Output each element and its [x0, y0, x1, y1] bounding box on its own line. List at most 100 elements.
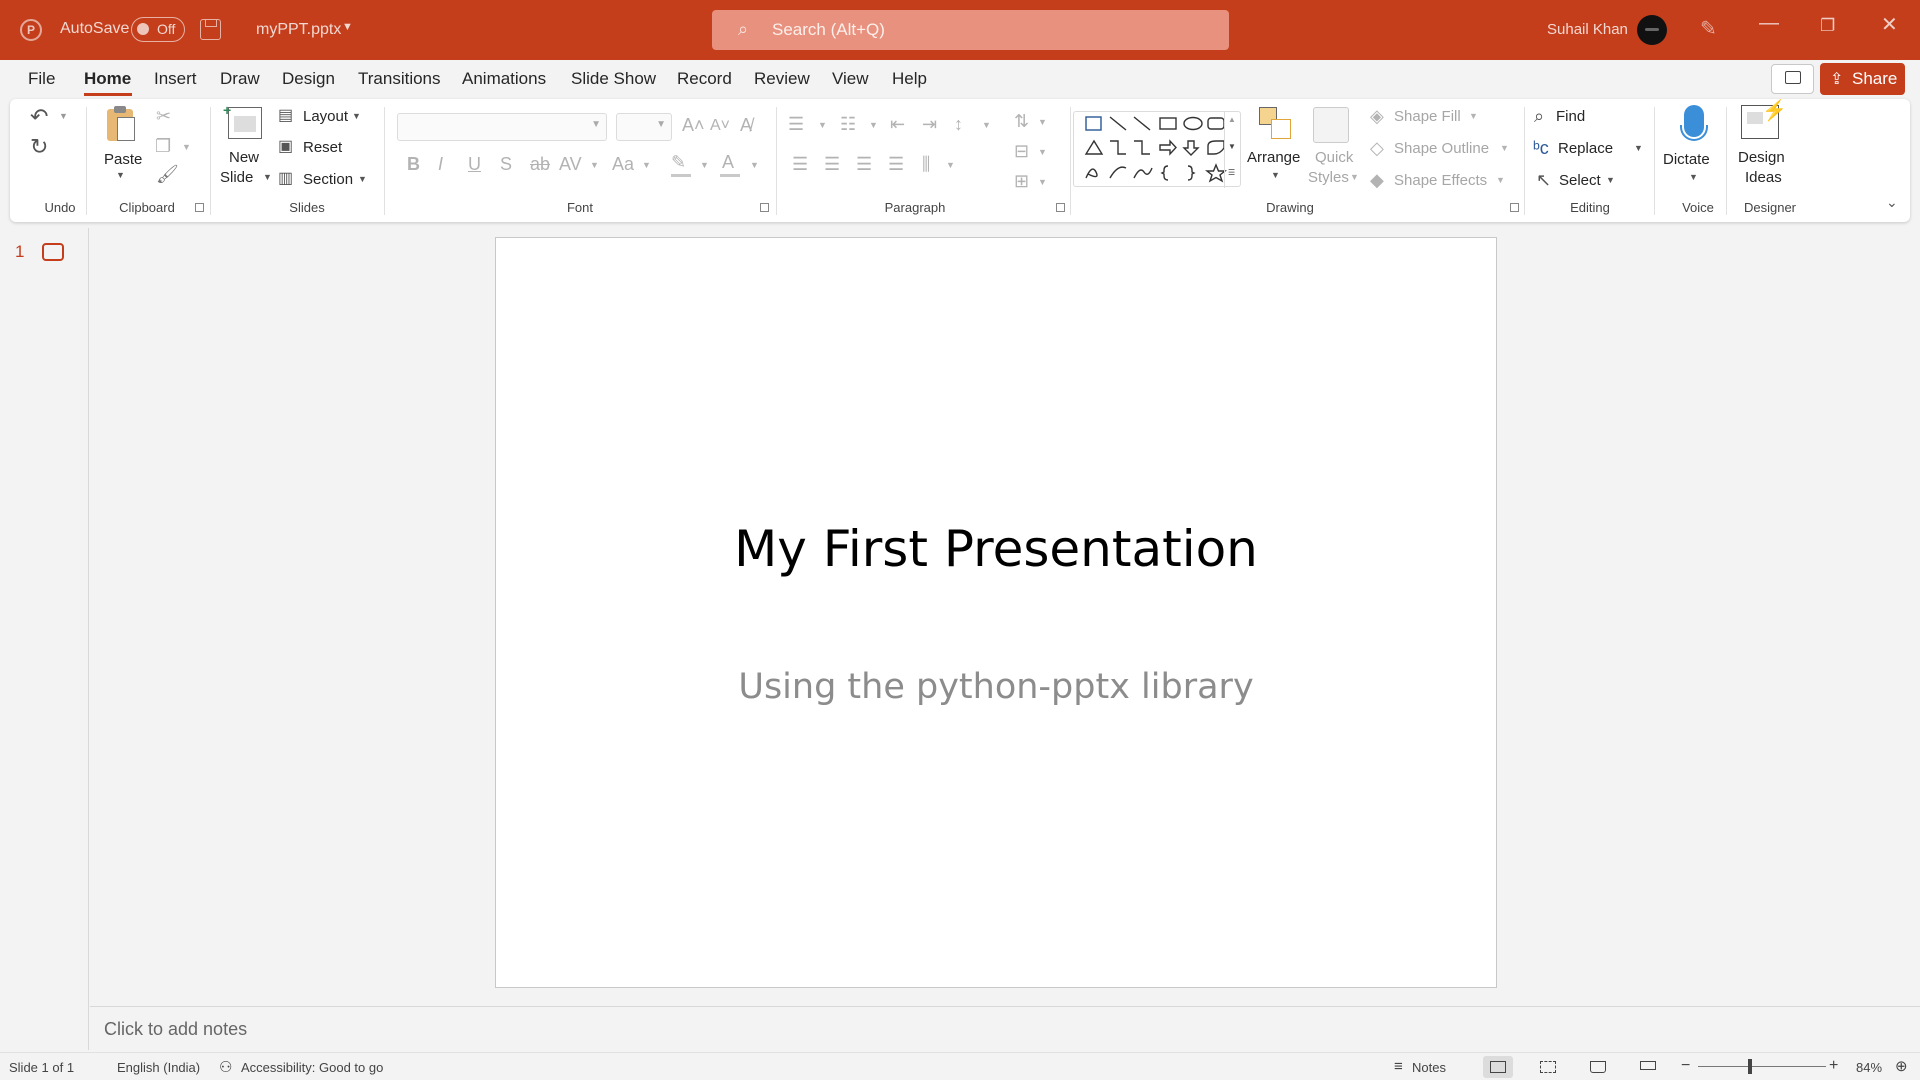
replace-button[interactable]: Replace	[1558, 140, 1613, 157]
font-size-combo[interactable]: ▼	[616, 113, 672, 141]
new-slide-label-1[interactable]: New	[229, 149, 259, 166]
chevron-down-icon[interactable]: ▼	[700, 161, 709, 170]
design-ideas-label-2[interactable]: Ideas	[1745, 169, 1782, 186]
notes-icon[interactable]: ≡	[1394, 1058, 1403, 1075]
chevron-down-icon[interactable]: ▼	[642, 161, 651, 170]
font-launcher-icon[interactable]	[760, 203, 769, 212]
shape-fill-button[interactable]: Shape Fill	[1394, 108, 1461, 125]
zoom-in-icon[interactable]: +	[1829, 1057, 1838, 1075]
slide-thumbnail[interactable]	[42, 243, 64, 261]
reading-view-icon[interactable]	[1583, 1056, 1613, 1078]
arrange-button[interactable]: Arrange	[1247, 149, 1300, 166]
chevron-down-icon[interactable]: ▼	[750, 161, 759, 170]
reset-icon[interactable]: ▣	[278, 139, 293, 155]
tab-review[interactable]: Review	[754, 69, 810, 89]
tab-slide-show[interactable]: Slide Show	[571, 69, 656, 89]
slide-sorter-icon[interactable]	[1533, 1056, 1563, 1078]
tab-home[interactable]: Home	[84, 69, 131, 89]
increase-indent-icon[interactable]: ⇥	[922, 115, 937, 133]
drawing-launcher-icon[interactable]	[1510, 203, 1519, 212]
chevron-down-icon[interactable]: ▼	[818, 121, 827, 130]
align-text-icon[interactable]: ⊟	[1014, 142, 1029, 160]
notes-placeholder[interactable]: Click to add notes	[104, 1019, 247, 1040]
tab-animations[interactable]: Animations	[462, 69, 546, 89]
text-direction-icon[interactable]: ⇅	[1014, 112, 1029, 130]
shape-outline-icon[interactable]: ◇	[1370, 139, 1384, 157]
tab-transitions[interactable]: Transitions	[358, 69, 441, 89]
chevron-down-icon[interactable]: ▼	[590, 161, 599, 170]
clear-formatting-icon[interactable]: A̸	[740, 116, 752, 134]
file-name[interactable]: myPPT.pptx	[256, 21, 341, 39]
design-ideas-icon[interactable]: ⚡	[1741, 100, 1787, 139]
language-indicator[interactable]: English (India)	[117, 1060, 200, 1075]
chevron-down-icon[interactable]: ▼	[1038, 118, 1047, 127]
chevron-down-icon[interactable]: ▼	[182, 143, 191, 152]
quick-styles-icon[interactable]	[1313, 107, 1349, 143]
chevron-down-icon[interactable]: ▼	[1689, 173, 1698, 182]
decrease-indent-icon[interactable]: ⇤	[890, 115, 905, 133]
autosave-toggle[interactable]: Off	[131, 17, 185, 42]
quick-styles-label-2[interactable]: Styles	[1308, 169, 1349, 186]
dictate-button[interactable]: Dictate	[1663, 151, 1710, 168]
smartart-icon[interactable]: ⊞	[1014, 172, 1029, 190]
shape-effects-icon[interactable]: ◆	[1370, 171, 1384, 189]
chevron-down-icon[interactable]: ▼	[1606, 176, 1615, 185]
chevron-down-icon[interactable]: ▼	[1350, 173, 1359, 182]
find-button[interactable]: Find	[1556, 108, 1585, 125]
grow-font-icon[interactable]: A˄	[682, 116, 705, 134]
chevron-down-icon[interactable]: ▼	[982, 121, 991, 130]
gallery-down-icon[interactable]: ▼	[1228, 142, 1236, 151]
select-icon[interactable]: ↖	[1536, 171, 1551, 189]
slideshow-icon[interactable]	[1633, 1056, 1663, 1078]
paste-button[interactable]: Paste	[104, 151, 142, 168]
zoom-slider[interactable]	[1698, 1066, 1826, 1067]
search-box[interactable]: ⌕ Search (Alt+Q)	[712, 10, 1229, 50]
italic-icon[interactable]: I	[438, 155, 443, 173]
character-spacing-icon[interactable]: AV	[559, 155, 582, 173]
tab-file[interactable]: File	[28, 69, 55, 89]
chevron-down-icon[interactable]: ▼	[342, 21, 353, 33]
shapes-gallery-icon[interactable]: ▲ ▼ ☰	[1073, 111, 1241, 188]
zoom-level[interactable]: 84%	[1856, 1060, 1882, 1075]
find-icon[interactable]: ⌕	[1534, 107, 1544, 125]
chevron-down-icon[interactable]: ▼	[1500, 144, 1509, 153]
tab-design[interactable]: Design	[282, 69, 335, 89]
select-button[interactable]: Select	[1559, 172, 1601, 189]
replace-icon[interactable]: ᵇc	[1533, 139, 1549, 157]
redo-icon[interactable]: ↻	[30, 136, 48, 158]
slide-subtitle[interactable]: Using the python-pptx library	[496, 667, 1496, 707]
section-button[interactable]: Section	[303, 171, 353, 188]
normal-view-icon[interactable]	[1483, 1056, 1513, 1078]
slide-title[interactable]: My First Presentation	[496, 520, 1496, 578]
gallery-up-icon[interactable]: ▲	[1228, 115, 1236, 124]
chevron-down-icon[interactable]: ▼	[1469, 112, 1478, 121]
arrange-icon[interactable]	[1257, 107, 1293, 143]
accessibility-icon[interactable]: ⚇	[219, 1058, 232, 1076]
format-painter-icon[interactable]: 🖌	[156, 165, 179, 183]
search-input[interactable]: Search (Alt+Q)	[772, 20, 885, 40]
fit-slide-icon[interactable]: ⊕	[1895, 1057, 1908, 1075]
shape-effects-button[interactable]: Shape Effects	[1394, 172, 1487, 189]
chevron-down-icon[interactable]: ▼	[1038, 178, 1047, 187]
text-shadow-icon[interactable]: S	[500, 155, 512, 173]
underline-icon[interactable]: U	[468, 155, 481, 173]
tab-record[interactable]: Record	[677, 69, 732, 89]
chevron-down-icon[interactable]: ▼	[263, 173, 272, 182]
chevron-down-icon[interactable]: ▼	[1038, 148, 1047, 157]
columns-icon[interactable]: ⫼	[922, 155, 930, 173]
pen-icon[interactable]: ✎	[1700, 16, 1717, 41]
quick-styles-label-1[interactable]: Quick	[1315, 149, 1353, 166]
tab-help[interactable]: Help	[892, 69, 927, 89]
section-icon[interactable]: ▥	[278, 171, 293, 187]
reset-button[interactable]: Reset	[303, 139, 342, 156]
chevron-down-icon[interactable]: ▼	[1634, 144, 1643, 153]
share-button[interactable]: ⇪ Share	[1820, 63, 1905, 95]
collapse-ribbon-icon[interactable]: ⌄	[1886, 195, 1898, 209]
chevron-down-icon[interactable]: ▼	[116, 171, 125, 180]
comments-button[interactable]	[1771, 64, 1814, 94]
chevron-down-icon[interactable]: ▼	[1496, 176, 1505, 185]
tab-insert[interactable]: Insert	[154, 69, 197, 89]
bold-icon[interactable]: B	[407, 155, 420, 173]
gallery-more-icon[interactable]: ☰	[1228, 168, 1235, 177]
line-spacing-icon[interactable]: ↕	[954, 115, 963, 133]
